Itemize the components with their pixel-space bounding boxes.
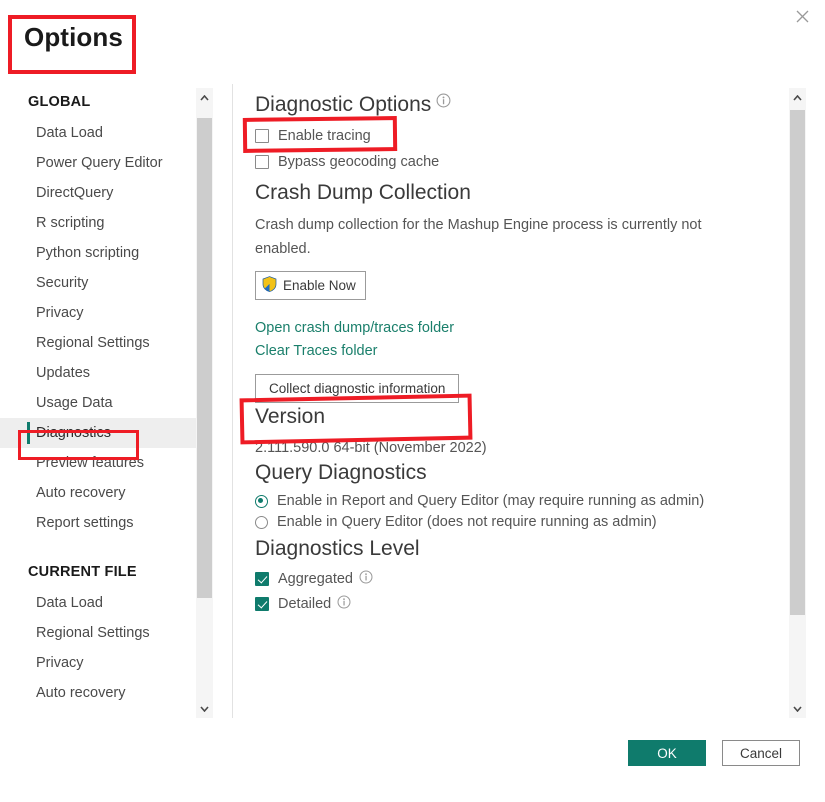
info-icon[interactable]: [337, 595, 351, 613]
diagnostics-level-heading: Diagnostics Level: [255, 537, 420, 560]
sidebar-group-global: GLOBAL: [28, 94, 91, 110]
sidebar-item-updates[interactable]: Updates: [0, 358, 196, 388]
dialog-footer: OK Cancel: [0, 718, 825, 802]
close-button[interactable]: [779, 0, 825, 32]
open-crash-dump-folder-link[interactable]: Open crash dump/traces folder: [255, 318, 785, 339]
sidebar-item-security[interactable]: Security: [0, 268, 196, 298]
version-heading: Version: [255, 405, 326, 428]
sidebar-item-current-privacy[interactable]: Privacy: [0, 648, 196, 678]
sidebar-item-power-query-editor[interactable]: Power Query Editor: [0, 148, 196, 178]
checkbox-checked-icon: [255, 597, 269, 611]
version-value: 2.111.590.0 64-bit (November 2022): [255, 440, 487, 456]
enable-tracing-label: Enable tracing: [278, 128, 371, 144]
collect-diagnostic-information-button[interactable]: Collect diagnostic information: [255, 374, 460, 403]
enable-now-button[interactable]: Enable Now: [255, 271, 366, 300]
sidebar-nav: GLOBAL Data Load Power Query Editor Dire…: [0, 88, 196, 718]
crash-dump-heading: Crash Dump Collection: [255, 181, 471, 204]
bypass-geocoding-cache-checkbox[interactable]: Bypass geocoding cache: [255, 153, 785, 171]
content-scrollbar[interactable]: [789, 88, 806, 718]
scroll-up-icon[interactable]: [196, 88, 213, 107]
radio-enable-query-editor[interactable]: Enable in Query Editor (does not require…: [255, 514, 785, 530]
options-dialog: Options GLOBAL Data Load Power Query Edi…: [0, 0, 825, 802]
close-icon: [796, 10, 809, 23]
info-icon[interactable]: [359, 570, 373, 588]
radio-enable-report-and-query-editor[interactable]: Enable in Report and Query Editor (may r…: [255, 493, 785, 509]
page-title: Options: [24, 22, 123, 52]
bypass-geocoding-cache-label: Bypass geocoding cache: [278, 154, 440, 170]
sidebar-item-diagnostics[interactable]: Diagnostics: [0, 418, 196, 448]
panel-divider: [232, 84, 233, 718]
scroll-up-icon[interactable]: [789, 88, 806, 107]
sidebar-item-auto-recovery[interactable]: Auto recovery: [0, 478, 196, 508]
sidebar-item-data-load[interactable]: Data Load: [0, 118, 196, 148]
sidebar-item-current-data-load[interactable]: Data Load: [0, 588, 196, 618]
enable-tracing-checkbox[interactable]: Enable tracing: [255, 127, 785, 145]
aggregated-checkbox[interactable]: Aggregated: [255, 570, 785, 588]
ok-button[interactable]: OK: [628, 740, 706, 766]
radio-query-editor-label: Enable in Query Editor (does not require…: [277, 514, 657, 530]
radio-report-query-editor-label: Enable in Report and Query Editor (may r…: [277, 493, 705, 509]
cancel-button[interactable]: Cancel: [722, 740, 800, 766]
detailed-checkbox[interactable]: Detailed: [255, 595, 785, 613]
aggregated-label: Aggregated: [278, 571, 353, 587]
sidebar-group-current-file: CURRENT FILE: [28, 564, 137, 580]
sidebar-item-r-scripting[interactable]: R scripting: [0, 208, 196, 238]
sidebar-item-current-regional-settings[interactable]: Regional Settings: [0, 618, 196, 648]
diagnostic-options-heading: Diagnostic Options: [255, 88, 785, 119]
radio-unselected-icon: [255, 515, 268, 529]
sidebar-item-usage-data[interactable]: Usage Data: [0, 388, 196, 418]
scroll-down-icon[interactable]: [196, 699, 213, 718]
settings-content: Diagnostic Options Enable tracing Bypass…: [255, 88, 785, 718]
checkbox-unchecked-icon: [255, 155, 269, 169]
sidebar-item-python-scripting[interactable]: Python scripting: [0, 238, 196, 268]
info-icon[interactable]: [436, 90, 451, 113]
radio-selected-icon: [255, 494, 268, 508]
sidebar-item-current-auto-recovery[interactable]: Auto recovery: [0, 678, 196, 708]
content-scrollbar-thumb[interactable]: [790, 110, 805, 615]
uac-shield-icon: [262, 276, 283, 295]
checkbox-unchecked-icon: [255, 129, 269, 143]
scroll-down-icon[interactable]: [789, 699, 806, 718]
query-diagnostics-heading: Query Diagnostics: [255, 461, 427, 484]
enable-now-label: Enable Now: [283, 278, 356, 293]
sidebar-scrollbar-thumb[interactable]: [197, 118, 212, 598]
crash-dump-description: Crash dump collection for the Mashup Eng…: [255, 217, 702, 257]
sidebar-item-regional-settings[interactable]: Regional Settings: [0, 328, 196, 358]
detailed-label: Detailed: [278, 596, 332, 612]
checkbox-checked-icon: [255, 572, 269, 586]
clear-traces-folder-link[interactable]: Clear Traces folder: [255, 341, 785, 362]
sidebar-item-preview-features[interactable]: Preview features: [0, 448, 196, 478]
crash-dump-links: Open crash dump/traces folder Clear Trac…: [255, 318, 785, 362]
sidebar-item-privacy[interactable]: Privacy: [0, 298, 196, 328]
sidebar-item-report-settings[interactable]: Report settings: [0, 508, 196, 538]
sidebar-scrollbar[interactable]: [196, 88, 213, 718]
sidebar-item-directquery[interactable]: DirectQuery: [0, 178, 196, 208]
